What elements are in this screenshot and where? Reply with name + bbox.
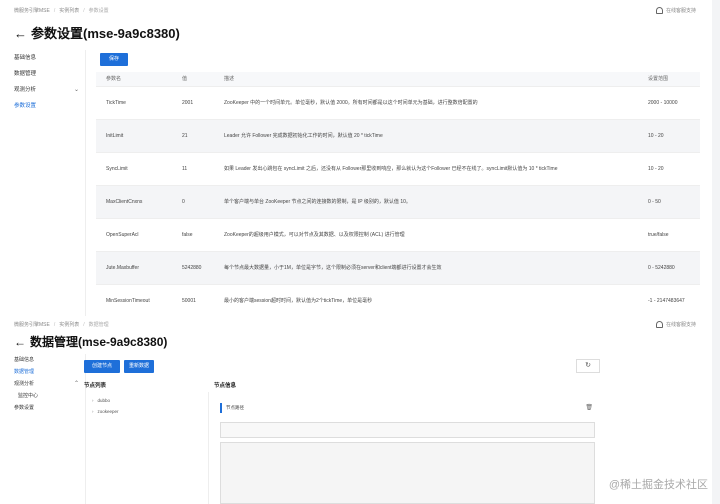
watermark: @稀土掘金技术社区: [608, 479, 708, 491]
back-arrow-icon[interactable]: ←: [14, 26, 27, 41]
params-table: 参数名 值 描述 设置范围 TickTime 2001 ZooKeeper 中的…: [96, 72, 700, 316]
breadcrumb: 微服务引擎MSE / 实例列表 / 数据管理: [14, 322, 109, 328]
refresh-button[interactable]: ↻: [576, 359, 600, 373]
param-value[interactable]: false: [172, 218, 214, 252]
param-description: 如果 Leader 发出心跳包在 syncLimit 之后，还没有从 Follo…: [214, 152, 638, 186]
param-name: MinSessionTimeout: [96, 284, 172, 316]
param-name: OpenSuperAcl: [96, 218, 172, 252]
breadcrumb-link-instances[interactable]: 实例列表: [59, 322, 79, 328]
column-header-description: 描述: [214, 72, 638, 87]
param-name: TickTime: [96, 86, 172, 120]
column-header-name: 参数名: [96, 72, 172, 87]
help-support-link[interactable]: 在线客服支持: [655, 321, 696, 328]
param-range: true/false: [638, 218, 700, 252]
page-title: ← 数据管理(mse-9a9c8380): [14, 333, 167, 350]
page-title-text: 数据管理(mse-9a9c8380): [30, 335, 168, 349]
create-node-button[interactable]: 创建节点: [84, 360, 120, 373]
param-description: 每个节点最大数据量，小于1M，单位是字节，这个限制必须在server和clien…: [214, 251, 638, 285]
sidebar-item-basic-info[interactable]: 基础信息: [0, 50, 85, 66]
params-panel: 微服务引擎MSE / 实例列表 / 参数设置 在线客服支持 ← 参数设置(mse-9a9c…: [0, 0, 712, 316]
tree-node-dubbo[interactable]: › dubbo: [92, 398, 110, 403]
refresh-data-button[interactable]: 重新数据: [124, 360, 154, 373]
param-value[interactable]: 50001: [172, 284, 214, 316]
column-header-value: 值: [172, 72, 214, 87]
refresh-icon: ↻: [585, 362, 591, 369]
param-description: 最小的客户端session超时时间，默认值为2个tickTime，单位是毫秒: [214, 284, 638, 316]
param-name: InitLimit: [96, 119, 172, 153]
param-value[interactable]: 0: [172, 185, 214, 219]
param-value[interactable]: 5242880: [172, 251, 214, 285]
tree-node-zookeeper[interactable]: › zookeeper: [92, 409, 119, 414]
tree-node-label: dubbo: [97, 398, 111, 403]
param-description: ZooKeeper的超级用户模式，可以对节点及其数据、以及权限控制 (ACL) …: [214, 218, 638, 252]
headset-icon: [655, 321, 663, 328]
sidebar-item-observability[interactable]: 观测分析 ⌄: [0, 82, 85, 98]
param-description: Leader 允许 Follower 完成数据初始化工作的时间，默认值 20 *…: [214, 119, 638, 153]
node-path-input[interactable]: [220, 422, 595, 438]
column-header-range: 设置范围: [638, 72, 700, 87]
node-data-textarea[interactable]: [220, 442, 595, 504]
table-row: TickTime 2001 ZooKeeper 中的一个时间单元。单位毫秒，默认…: [96, 86, 700, 120]
breadcrumb-link-mse[interactable]: 微服务引擎MSE: [14, 322, 50, 328]
node-list-title: 节点列表: [84, 383, 107, 389]
node-path-label: 节点路径: [226, 405, 244, 410]
back-arrow-icon[interactable]: ←: [14, 335, 26, 349]
tree-node-label: zookeeper: [97, 409, 119, 414]
sidebar-item-params[interactable]: 参数设置: [0, 402, 85, 414]
param-value[interactable]: 2001: [172, 86, 214, 120]
trash-icon[interactable]: 🗑: [585, 403, 593, 413]
param-description: ZooKeeper 中的一个时间单元。单位毫秒，默认值 2000。所有时间都是以…: [214, 86, 638, 120]
table-row: MinSessionTimeout 50001 最小的客户端session超时时…: [96, 284, 700, 316]
sidebar: 基础信息 数据管理 观测分析 ⌄ 参数设置: [0, 50, 86, 316]
chevron-up-icon: ⌃: [73, 381, 79, 387]
help-support-label: 在线客服支持: [665, 322, 696, 328]
table-row: MaxClientCnxns 0 单个客户端与单台 ZooKeeper 节点之间…: [96, 185, 700, 219]
node-info-title: 节点信息: [214, 383, 237, 389]
divider: [208, 392, 209, 504]
sidebar-item-data-management[interactable]: 数据管理: [0, 66, 85, 82]
node-path-row: 节点路径 🗑: [220, 403, 595, 413]
page-title-text: 参数设置(mse-9a9c8380): [31, 26, 180, 41]
sidebar-item-data-management[interactable]: 数据管理: [0, 366, 85, 378]
param-name: SyncLimit: [96, 152, 172, 186]
param-range: 2000 - 10000: [638, 86, 700, 120]
table-row: SyncLimit 11 如果 Leader 发出心跳包在 syncLimit …: [96, 152, 700, 186]
sidebar-item-params[interactable]: 参数设置: [0, 98, 85, 114]
help-support-link[interactable]: 在线客服支持: [655, 7, 696, 14]
param-range: 0 - 5242880: [638, 251, 700, 285]
breadcrumb: 微服务引擎MSE / 实例列表 / 参数设置: [14, 8, 109, 14]
sidebar-item-label: 观测分析: [14, 87, 37, 93]
headset-icon: [655, 7, 663, 14]
breadcrumb-current: 数据管理: [88, 322, 109, 328]
param-name: MaxClientCnxns: [96, 185, 172, 219]
table-header-row: 参数名 值 描述 设置范围: [96, 72, 700, 87]
page-title: ← 参数设置(mse-9a9c8380): [14, 23, 180, 42]
table-row: Jute.Maxbuffer 5242880 每个节点最大数据量，小于1M，单位…: [96, 251, 700, 285]
sidebar-item-basic-info[interactable]: 基础信息: [0, 354, 85, 366]
table-row: OpenSuperAcl false ZooKeeper的超级用户模式，可以对节…: [96, 218, 700, 252]
param-description: 单个客户端与单台 ZooKeeper 节点之间的连接数的限制，是 IP 级别的，…: [214, 185, 638, 219]
breadcrumb-current: 参数设置: [88, 8, 109, 14]
sidebar-item-label: 观测分析: [14, 381, 35, 387]
chevron-right-icon[interactable]: ›: [92, 409, 94, 414]
breadcrumb-link-instances[interactable]: 实例列表: [59, 8, 79, 14]
sidebar-item-monitoring[interactable]: 监控中心: [0, 390, 85, 402]
param-value[interactable]: 21: [172, 119, 214, 153]
param-name: Jute.Maxbuffer: [96, 251, 172, 285]
help-support-label: 在线客服支持: [665, 8, 696, 14]
param-range: 0 - 50: [638, 185, 700, 219]
sidebar: 基础信息 数据管理 观测分析 ⌃ 监控中心 参数设置: [0, 354, 86, 504]
sidebar-item-observability[interactable]: 观测分析 ⌃: [0, 378, 85, 390]
chevron-right-icon[interactable]: ›: [92, 398, 94, 403]
param-value[interactable]: 11: [172, 152, 214, 186]
table-row: InitLimit 21 Leader 允许 Follower 完成数据初始化工…: [96, 119, 700, 153]
param-range: 10 - 20: [638, 119, 700, 153]
param-range: 10 - 20: [638, 152, 700, 186]
save-button[interactable]: 保存: [100, 53, 128, 66]
chevron-down-icon: ⌄: [73, 87, 79, 93]
param-range: -1 - 2147483647: [638, 284, 700, 316]
breadcrumb-link-mse[interactable]: 微服务引擎MSE: [14, 8, 50, 14]
